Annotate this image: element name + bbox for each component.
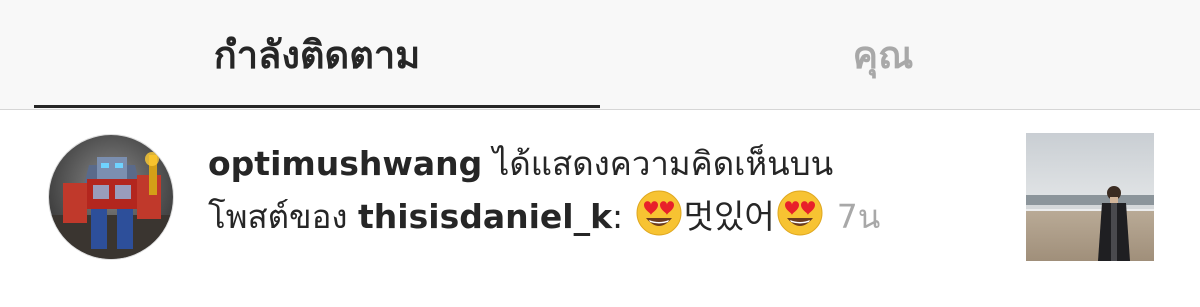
post-thumbnail-image xyxy=(1026,133,1154,261)
notification-row[interactable]: optimushwang ได้แสดงความคิดเห็นบน โพสต์ข… xyxy=(0,110,1200,307)
actor-username[interactable]: optimushwang xyxy=(208,144,482,183)
active-tab-indicator xyxy=(34,105,600,108)
colon: : xyxy=(612,197,624,236)
tab-following-label: กำลังติดตาม xyxy=(213,33,421,77)
notification-text: optimushwang ได้แสดงความคิดเห็นบน โพสต์ข… xyxy=(208,138,988,243)
heart-eyes-emoji-icon xyxy=(777,190,823,236)
post-thumbnail[interactable] xyxy=(1026,133,1154,261)
avatar-image xyxy=(49,135,173,259)
action-text-continued: โพสต์ของ xyxy=(208,197,359,236)
tab-you[interactable]: คุณ xyxy=(600,0,1166,109)
comment-text: 멋있어 xyxy=(683,197,775,236)
heart-eyes-emoji-icon xyxy=(636,190,682,236)
activity-tab-bar: กำลังติดตาม คุณ xyxy=(0,0,1200,110)
tab-following[interactable]: กำลังติดตาม xyxy=(34,0,600,109)
action-text: ได้แสดงความคิดเห็นบน xyxy=(482,144,834,183)
target-username[interactable]: thisisdaniel_k xyxy=(358,197,612,236)
timestamp: 7น xyxy=(836,197,881,236)
avatar[interactable] xyxy=(48,134,174,260)
tab-you-label: คุณ xyxy=(852,33,914,77)
